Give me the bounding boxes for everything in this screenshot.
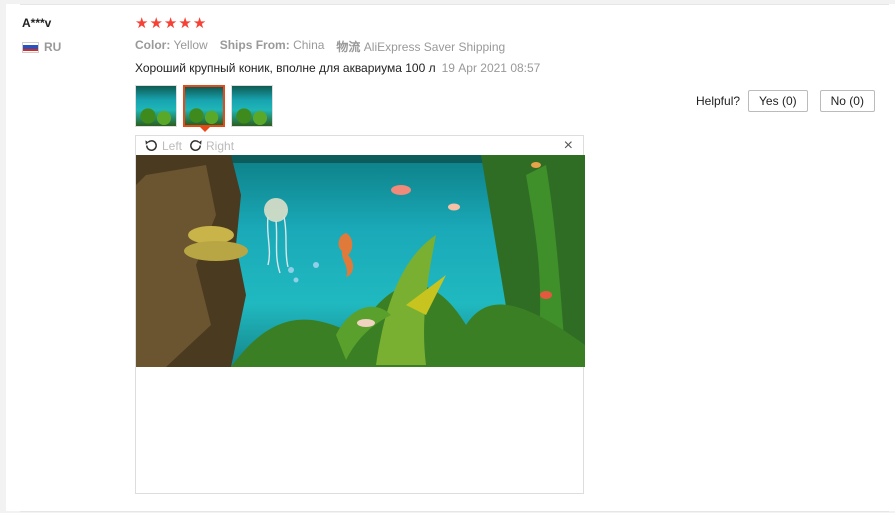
rotate-right-button[interactable]: Right xyxy=(188,138,234,153)
rotate-left-label: Left xyxy=(162,138,183,153)
photo-thumbnail-active[interactable] xyxy=(183,85,225,132)
star-icon: ★ xyxy=(135,15,149,32)
reviewer-country: RU xyxy=(22,40,61,54)
helpful-yes-button[interactable]: Yes (0) xyxy=(748,90,808,112)
viewer-toolbar: Left Right × xyxy=(136,136,583,155)
rotate-left-button[interactable]: Left xyxy=(144,138,182,153)
star-icon: ★ xyxy=(178,15,192,32)
star-icon: ★ xyxy=(149,15,163,32)
close-icon[interactable]: × xyxy=(564,136,573,156)
photo-thumbnail[interactable] xyxy=(231,85,273,127)
review-body: Хороший крупный коник, вполне для аквари… xyxy=(135,61,436,75)
photo-thumbnail[interactable] xyxy=(135,85,177,127)
bottom-divider xyxy=(20,511,889,512)
helpful-votes: Helpful? Yes (0) No (0) xyxy=(696,90,875,112)
review-date: 19 Apr 2021 08:57 xyxy=(441,61,541,75)
attr-shipping: 物流 AliExpress Saver Shipping xyxy=(336,40,506,54)
star-icon: ★ xyxy=(163,15,178,32)
photo-thumbnails xyxy=(135,85,273,132)
country-code: RU xyxy=(44,40,62,54)
rotate-right-icon xyxy=(190,140,202,151)
attr-color: Color: Yellow xyxy=(135,38,208,52)
rating-stars: ★ ★ ★ ★ ★ xyxy=(135,15,206,33)
rotate-left-icon xyxy=(145,140,157,151)
russia-flag-icon xyxy=(22,41,39,53)
reviewer-name: A***v xyxy=(22,16,52,30)
aquarium-photo xyxy=(136,155,585,367)
star-icon: ★ xyxy=(192,15,207,32)
review-text: Хороший крупный коник, вполне для аквари… xyxy=(135,61,540,75)
helpful-label: Helpful? xyxy=(696,94,741,108)
order-attributes: Color: Yellow Ships From: China 物流 AliEx… xyxy=(135,38,505,55)
rotate-right-label: Right xyxy=(206,138,235,153)
helpful-no-button[interactable]: No (0) xyxy=(819,90,875,112)
top-divider xyxy=(20,4,889,5)
aquarium-photo-image xyxy=(136,155,585,367)
photo-viewer: Left Right × xyxy=(135,135,585,494)
attr-ships-from: Ships From: China xyxy=(219,38,325,52)
